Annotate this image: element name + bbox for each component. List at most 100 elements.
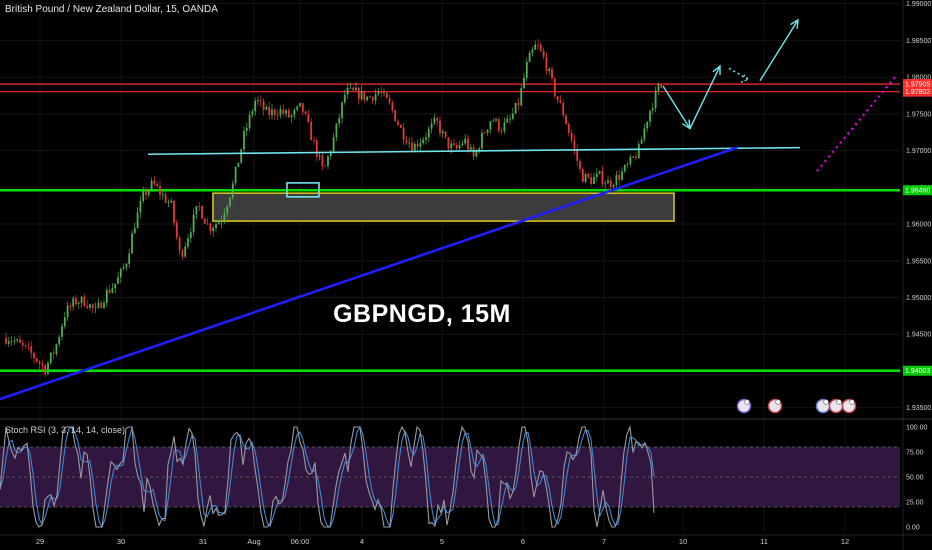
candle-body: [660, 84, 663, 88]
price-chart[interactable]: 1.990001.985001.980001.975001.970001.965…: [0, 0, 932, 550]
candle-body: [430, 123, 433, 129]
candle-body: [427, 128, 430, 138]
candle-body: [61, 326, 63, 337]
candle-body: [371, 96, 374, 101]
event-marker[interactable]: [767, 398, 783, 414]
candle-body: [69, 305, 72, 307]
candle-body: [621, 171, 623, 180]
candle-body: [609, 180, 612, 187]
candle-body: [209, 223, 212, 232]
candle-body: [217, 222, 220, 225]
candle-body: [565, 115, 567, 125]
candle-body: [433, 118, 436, 124]
candle-body: [321, 155, 324, 167]
candle-body: [458, 145, 461, 149]
candle-body: [562, 102, 565, 116]
time-tick-label: 12: [841, 537, 849, 546]
candle-body: [587, 173, 590, 178]
candle-body: [184, 246, 187, 257]
candle-body: [374, 94, 377, 101]
candle-body: [352, 87, 355, 91]
candle-body: [223, 213, 226, 221]
event-marker[interactable]: [815, 398, 831, 414]
candle-body: [86, 306, 89, 308]
candle-body: [24, 345, 27, 346]
candle-body: [27, 345, 30, 347]
indicator-label: Stoch RSI (3, 3, 14, 14, close): [5, 425, 126, 435]
candle-body: [545, 57, 548, 71]
candle-body: [301, 103, 304, 112]
candle-body: [47, 362, 49, 374]
candle-body: [461, 143, 464, 146]
candle-body: [159, 186, 161, 195]
candle-body: [626, 164, 629, 166]
candle-body: [55, 344, 58, 354]
candle-body: [187, 238, 189, 247]
price-tick-label: 1.94500: [906, 332, 931, 339]
candle-body: [108, 289, 111, 293]
candle-body: [203, 218, 206, 224]
stoch-tick-label: 25.00: [906, 500, 924, 507]
candle-body: [363, 90, 366, 100]
candle-body: [394, 110, 397, 122]
candle-body: [556, 96, 559, 101]
candle-body: [607, 180, 609, 184]
candle-body: [360, 90, 363, 100]
event-count-icon: [836, 399, 842, 405]
candle-body: [19, 339, 21, 343]
event-marker[interactable]: [841, 398, 857, 414]
candle-body: [553, 78, 556, 97]
candle-body: [408, 142, 411, 144]
candle-body: [629, 157, 632, 165]
candle-body: [38, 361, 41, 364]
candle-body: [332, 137, 335, 152]
candle-body: [315, 140, 318, 157]
candle-body: [646, 121, 649, 129]
candle-body: [503, 122, 506, 132]
candle-body: [268, 106, 271, 116]
candle-body: [453, 143, 455, 146]
candle-body: [133, 228, 136, 234]
candle-body: [506, 118, 509, 123]
candle-body: [310, 121, 313, 141]
candle-body: [436, 118, 439, 121]
candle-body: [206, 223, 209, 225]
candle-body: [425, 137, 427, 140]
candle-body: [338, 118, 341, 124]
event-marker[interactable]: [736, 398, 752, 414]
candle-body: [657, 84, 660, 91]
candle-body: [178, 237, 181, 251]
candle-body: [349, 87, 352, 89]
candle-body: [467, 138, 469, 150]
candle-body: [167, 202, 170, 204]
time-tick-label: 31: [199, 537, 207, 546]
candle-body: [573, 140, 576, 149]
candle-body: [497, 119, 500, 131]
candle-body: [635, 156, 637, 159]
candle-body: [509, 118, 511, 120]
candle-body: [570, 132, 573, 141]
candle-body: [173, 200, 175, 223]
candle-body: [539, 44, 542, 51]
candle-body: [282, 109, 285, 114]
candle-body: [397, 121, 399, 125]
price-tag-label: 1.97802: [905, 89, 930, 96]
candle-body: [649, 110, 651, 122]
candle-body: [637, 143, 640, 159]
candle-body: [299, 103, 301, 107]
candle-body: [385, 92, 388, 99]
candle-body: [265, 106, 268, 110]
candle-body: [472, 147, 475, 157]
candle-body: [604, 183, 607, 185]
candle-body: [567, 124, 570, 133]
price-tag-label: 1.94003: [905, 368, 930, 375]
candle-body: [500, 130, 503, 132]
time-tick-label: Aug: [247, 537, 260, 546]
event-count-icon: [775, 399, 781, 405]
candle-body: [125, 263, 128, 268]
candle-body: [273, 109, 276, 115]
event-marker[interactable]: [828, 398, 844, 414]
candle-body: [100, 302, 103, 308]
candle-body: [189, 232, 192, 239]
candle-body: [257, 100, 259, 101]
